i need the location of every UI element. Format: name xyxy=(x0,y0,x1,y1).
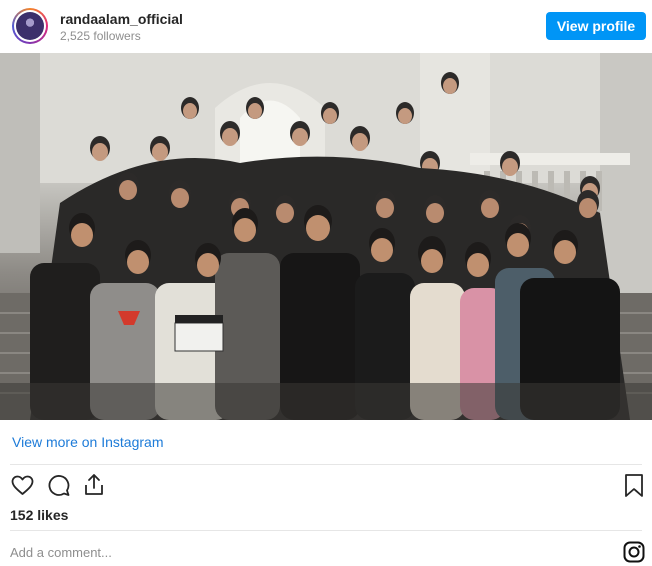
view-profile-button[interactable]: View profile xyxy=(546,12,646,40)
username[interactable]: randaalam_official xyxy=(60,11,183,27)
comment-bubble-icon[interactable] xyxy=(46,473,71,497)
like-count: 152 likes xyxy=(10,507,69,523)
bookmark-icon[interactable] xyxy=(623,473,645,498)
instagram-icon[interactable] xyxy=(623,541,645,563)
photo-illustration xyxy=(0,53,652,420)
heart-icon[interactable] xyxy=(10,473,35,497)
post-header: randaalam_official 2,525 followers View … xyxy=(0,0,652,53)
divider xyxy=(10,530,642,531)
avatar[interactable] xyxy=(12,8,48,44)
share-icon[interactable] xyxy=(82,472,106,497)
post-photo[interactable] xyxy=(0,53,652,420)
view-more-link[interactable]: View more on Instagram xyxy=(12,434,163,450)
follower-count: 2,525 followers xyxy=(60,29,141,43)
comment-input[interactable]: Add a comment... xyxy=(10,545,112,560)
divider xyxy=(10,464,642,465)
